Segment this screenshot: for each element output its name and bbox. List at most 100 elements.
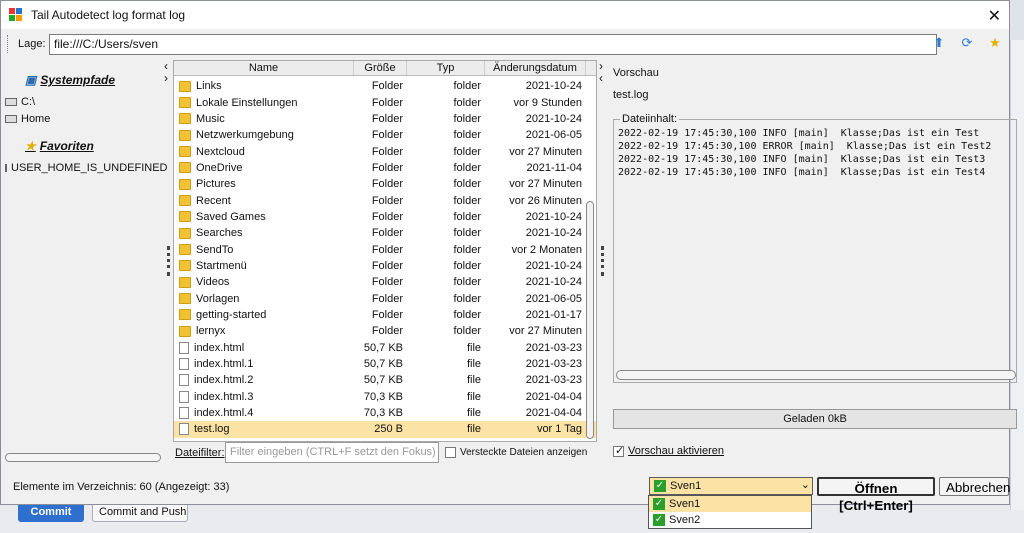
table-row[interactable]: OneDrive Folder folder 2021-11-04 (174, 160, 596, 176)
file-size: Folder (371, 308, 403, 321)
folder-icon (179, 146, 191, 158)
file-name: Nextcloud (196, 145, 245, 158)
file-date: 2021-01-17 (525, 308, 582, 321)
column-name-header[interactable]: Name (174, 61, 354, 75)
file-name-cell: index.html.4 (174, 407, 354, 420)
file-name-cell: SendTo (174, 244, 354, 256)
chevron-down-icon[interactable]: ⌄ (801, 478, 810, 491)
file-size: Folder (371, 145, 403, 158)
table-row[interactable]: test.log 250 B file vor 1 Tag (174, 421, 596, 438)
file-date: 2021-10-24 (525, 276, 582, 289)
chevron-right-icon[interactable]: › (164, 71, 168, 85)
favorite-star-icon[interactable]: ★ (987, 35, 1003, 51)
table-row[interactable]: Searches Folder folder 2021-10-24 (174, 225, 596, 241)
content-line: 2022-02-19 17:45:30,100 INFO [main] Klas… (618, 128, 980, 139)
file-size: Folder (371, 243, 403, 256)
star-icon: ★ (25, 139, 36, 153)
file-filter-input[interactable]: Filter eingeben (CTRL+F setzt den Fokus) (225, 442, 439, 463)
checkbox-box[interactable] (445, 447, 456, 458)
table-row[interactable]: Links Folder folder 2021-10-24 (174, 78, 596, 94)
file-content-group: Dateiinhalt: 2022-02-19 17:45:30,100 INF… (613, 113, 1017, 383)
check-icon: ✓ (654, 480, 666, 492)
file-type: folder (453, 276, 481, 289)
sidebar-item-home[interactable]: Home (5, 110, 165, 127)
file-name-cell: getting-started (174, 309, 354, 321)
status-text: Elemente im Verzeichnis: 60 (Angezeigt: … (13, 481, 230, 493)
file-type: folder (453, 308, 481, 321)
location-input[interactable]: file:///C:/Users/sven (49, 34, 937, 55)
show-hidden-checkbox[interactable]: Versteckte Dateien anzeigen (445, 447, 587, 458)
file-type: file (466, 374, 481, 387)
dropdown-item-sven1[interactable]: ✓ Sven1 (649, 496, 811, 512)
file-name: index.html.1 (194, 358, 254, 371)
table-row[interactable]: Startmenü Folder folder 2021-10-24 (174, 258, 596, 274)
file-name: test.log (194, 423, 230, 436)
file-type: folder (453, 129, 481, 142)
chevron-left-icon[interactable]: ‹ (599, 71, 603, 85)
profile-combo[interactable]: ✓ Sven1 ⌄ (649, 477, 813, 495)
background-commit-button[interactable]: Commit (18, 502, 84, 522)
activate-preview-checkbox[interactable]: Vorschau aktivieren (613, 444, 724, 457)
toolbar-grip[interactable] (7, 35, 10, 53)
table-row[interactable]: Pictures Folder folder vor 27 Minuten (174, 176, 596, 192)
table-row[interactable]: Recent Folder folder vor 26 Minuten (174, 192, 596, 208)
folder-icon (179, 97, 191, 109)
table-row[interactable]: index.html 50,7 KB file 2021-03-23 (174, 340, 596, 356)
drive-icon (5, 163, 7, 172)
file-type: folder (453, 243, 481, 256)
file-size: 50,7 KB (363, 341, 403, 354)
preview-hscrollbar[interactable] (616, 370, 1016, 380)
file-type: file (466, 341, 481, 354)
column-type-header[interactable]: Typ (407, 61, 485, 75)
table-row[interactable]: SendTo Folder folder vor 2 Monaten (174, 241, 596, 257)
folder-icon (179, 211, 191, 223)
dropdown-item-sven2[interactable]: ✓ Sven2 (649, 512, 811, 528)
file-name-cell: Startmenü (174, 260, 354, 272)
file-size: Folder (371, 276, 403, 289)
file-name-cell: Nextcloud (174, 146, 354, 158)
file-name-cell: Videos (174, 276, 354, 288)
refresh-icon[interactable]: ⟳ (959, 35, 975, 51)
file-table-scrollbar[interactable] (586, 201, 594, 439)
file-type: folder (453, 325, 481, 338)
file-icon (179, 374, 189, 387)
table-row[interactable]: Videos Folder folder 2021-10-24 (174, 274, 596, 290)
file-type: folder (453, 112, 481, 125)
table-row[interactable]: lernyx Folder folder vor 27 Minuten (174, 323, 596, 339)
file-type: file (466, 358, 481, 371)
table-row[interactable]: getting-started Folder folder 2021-01-17 (174, 307, 596, 323)
table-row[interactable]: Vorlagen Folder folder 2021-06-05 (174, 290, 596, 306)
up-folder-icon[interactable]: ⬆ (931, 35, 947, 51)
table-row[interactable]: Music Folder folder 2021-10-24 (174, 111, 596, 127)
checkbox-box[interactable] (613, 444, 624, 457)
column-size-header[interactable]: Größe (354, 61, 407, 75)
table-row[interactable]: Lokale Einstellungen Folder folder vor 9 St… (174, 94, 596, 110)
file-type: folder (453, 227, 481, 240)
table-row[interactable]: index.html.3 70,3 KB file 2021-04-04 (174, 389, 596, 405)
file-type: folder (453, 80, 481, 93)
table-row[interactable]: Saved Games Folder folder 2021-10-24 (174, 209, 596, 225)
left-splitter-grip[interactable] (167, 246, 171, 276)
table-row[interactable]: Nextcloud Folder folder vor 27 Minuten (174, 143, 596, 159)
file-name: Searches (196, 227, 243, 240)
sidebar-item-c-drive[interactable]: C:\ (5, 93, 165, 110)
table-row[interactable]: index.html.2 50,7 KB file 2021-03-23 (174, 372, 596, 388)
file-size: Folder (371, 259, 403, 272)
file-date: vor 9 Stunden (513, 96, 583, 109)
open-button[interactable]: Öffnen [Ctrl+Enter] (817, 477, 935, 513)
folder-icon (179, 195, 191, 207)
file-size: Folder (371, 96, 403, 109)
table-row[interactable]: index.html.4 70,3 KB file 2021-04-04 (174, 405, 596, 421)
table-row[interactable]: index.html.1 50,7 KB file 2021-03-23 (174, 356, 596, 372)
column-date-header[interactable]: Änderungsdatum (485, 61, 586, 75)
close-icon[interactable]: ✕ (988, 6, 1001, 26)
file-name: OneDrive (196, 161, 243, 174)
folder-icon (179, 293, 191, 305)
background-commit-push-button[interactable]: Commit and Push (92, 502, 188, 522)
file-size: Folder (371, 178, 403, 191)
sidebar-scrollbar[interactable] (5, 453, 161, 462)
file-date: 2021-10-24 (525, 80, 582, 93)
cancel-button[interactable]: Abbrechen (939, 477, 1010, 496)
table-row[interactable]: Netzwerkumgebung Folder folder 2021-06-05 (174, 127, 596, 143)
sidebar-item-user-home[interactable]: USER_HOME_IS_UNDEFINED (5, 159, 167, 176)
